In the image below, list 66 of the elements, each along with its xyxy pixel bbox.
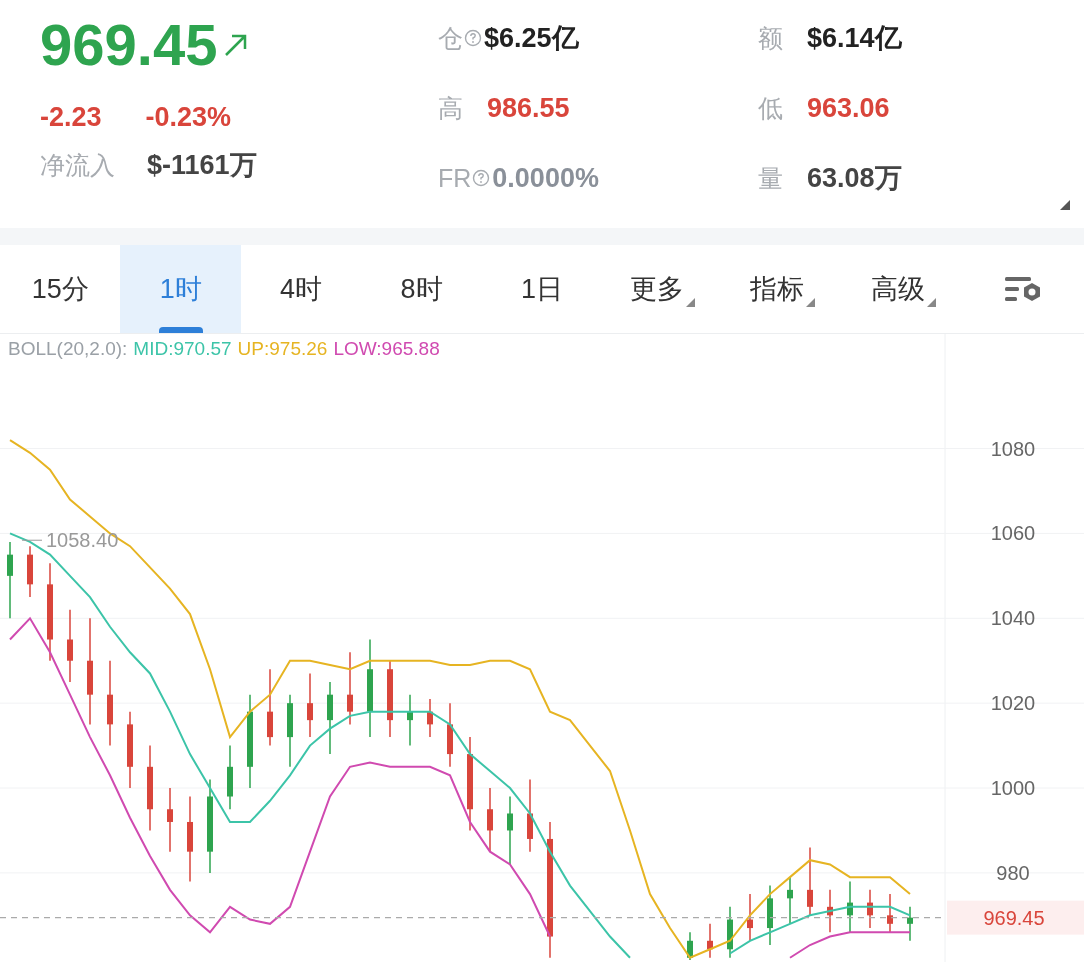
y-axis-label: 1060 — [990, 522, 1036, 545]
candlestick — [827, 889, 833, 934]
candlestick — [487, 787, 493, 853]
timeframe-tab[interactable]: 8时 — [361, 245, 482, 333]
candlestick — [27, 545, 33, 598]
stat-label: 高 — [438, 92, 463, 124]
candlestick — [227, 744, 233, 810]
legend-reading: :970.57 — [168, 338, 232, 359]
candlestick — [907, 906, 913, 942]
stat-label: 仓 — [438, 22, 463, 54]
legend-reading: :975.26 — [264, 338, 328, 359]
stat-value: $6.25亿 — [484, 22, 579, 55]
current-price-label: 969.45 — [983, 906, 1045, 929]
candlestick — [847, 880, 853, 934]
candlestick — [747, 893, 753, 942]
last-price: 969.45 — [40, 11, 218, 79]
stat-label: FR — [438, 163, 472, 193]
y-axis-label: 1080 — [990, 437, 1036, 460]
dropdown-tab[interactable]: 指标 — [722, 245, 844, 333]
stat-value: 63.08万 — [807, 162, 902, 195]
expand-corner-icon[interactable] — [1060, 200, 1070, 210]
candlestick — [807, 846, 813, 917]
netflow-label: 净流入 — [40, 149, 115, 181]
indicator-label: BOLL(20,2.0): — [8, 338, 128, 360]
leader-line — [21, 539, 43, 541]
stat-label: 额 — [758, 22, 783, 54]
y-axis-label: 1000 — [990, 777, 1036, 800]
timeframe-tab[interactable]: 1时 — [120, 245, 241, 333]
legend-series-name: LOW — [333, 338, 377, 359]
y-axis-label: 1040 — [990, 607, 1036, 630]
percent-change: -0.23% — [145, 102, 232, 133]
candlestick — [687, 931, 693, 961]
corner-triangle-icon — [926, 298, 936, 307]
legend-series-name: UP — [237, 338, 264, 359]
price-change: -2.23 — [40, 102, 102, 133]
candlestick — [707, 923, 713, 959]
stat-value: 986.55 — [487, 92, 570, 124]
dropdown-tab[interactable]: 更多 — [602, 245, 723, 333]
corner-triangle-icon — [685, 298, 695, 307]
stat-value: 0.0000% — [492, 162, 599, 194]
candlestick — [507, 795, 513, 866]
dropdown-tab[interactable]: 高级 — [843, 245, 964, 333]
stat-value: 963.06 — [807, 92, 890, 124]
candlestick — [887, 893, 893, 934]
legend-series-name: MID — [133, 338, 169, 359]
stat-label: 低 — [758, 92, 783, 124]
y-axis-label: 1020 — [990, 692, 1036, 715]
candlestick — [447, 702, 453, 768]
corner-triangle-icon — [806, 298, 816, 307]
timeframe-tab[interactable]: 15分 — [0, 245, 121, 333]
candlestick — [867, 889, 873, 929]
candlestick — [767, 884, 773, 946]
max-price-label: 1058.40 — [46, 529, 119, 552]
netflow-value: $-1161万 — [147, 149, 257, 182]
legend-reading: :965.88 — [376, 338, 440, 359]
candlestick — [407, 693, 413, 747]
candlestick — [167, 787, 173, 853]
candlestick — [787, 876, 793, 925]
y-axis-label: 980 — [996, 861, 1030, 884]
stat-label: 量 — [758, 162, 783, 194]
candlestick — [427, 698, 433, 738]
stat-value: $6.14亿 — [807, 22, 902, 55]
candlestick — [307, 672, 313, 738]
timeframe-tab[interactable]: 1日 — [481, 245, 603, 333]
candlestick — [727, 906, 733, 959]
timeframe-tab[interactable]: 4时 — [240, 245, 362, 333]
